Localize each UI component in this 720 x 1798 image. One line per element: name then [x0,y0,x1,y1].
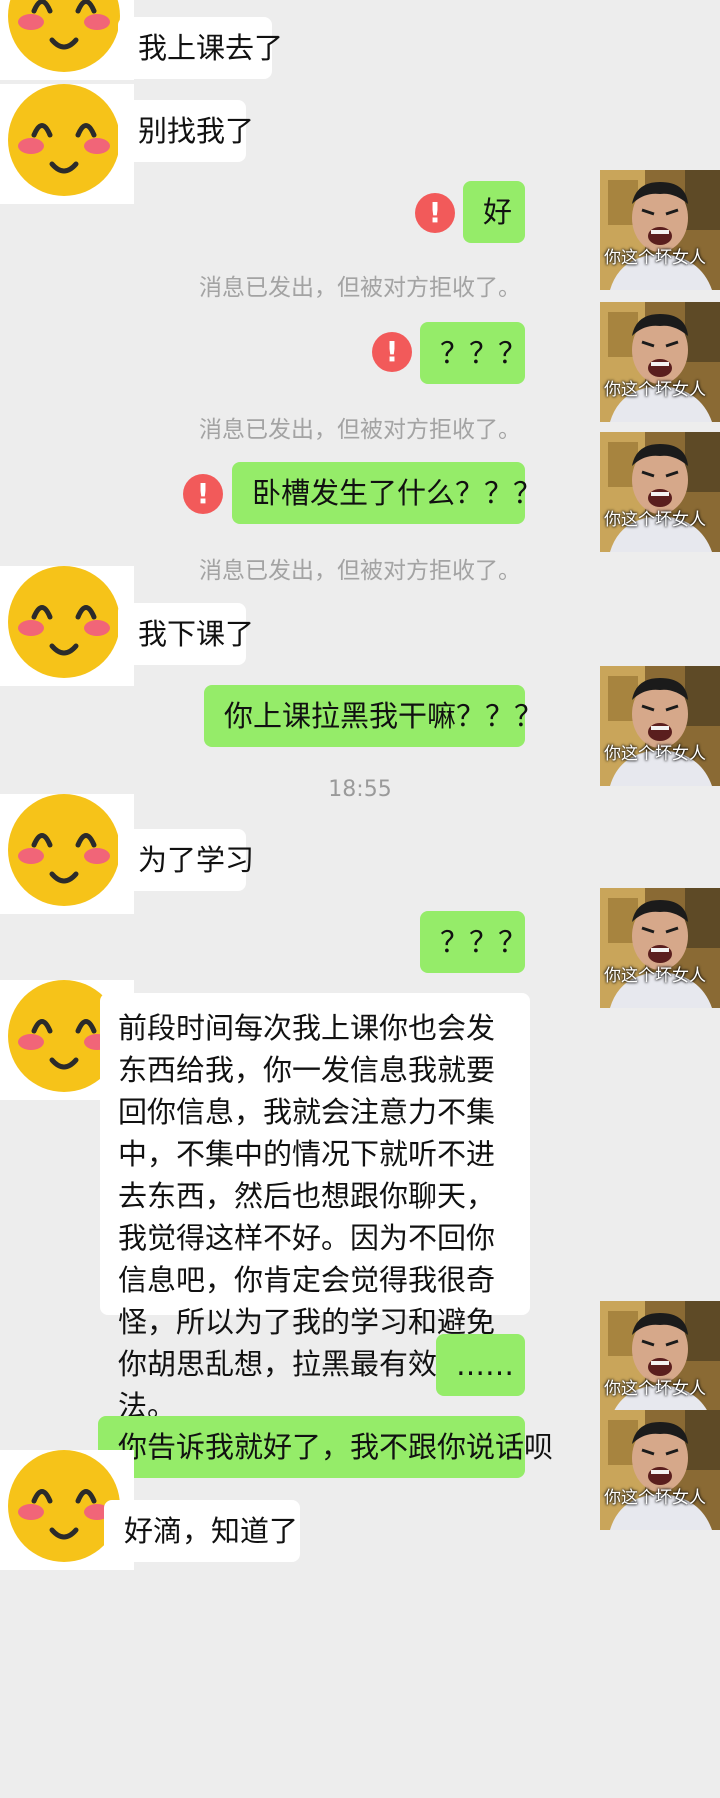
message-bubble-incoming[interactable]: 别找我了 [118,100,254,162]
message-bubble-outgoing[interactable]: 你告诉我就好了，我不跟你说话呗 [98,1416,553,1478]
my-avatar[interactable]: 你这个坏女人 [600,888,720,1008]
contact-avatar[interactable] [0,794,134,914]
message-bubble-outgoing[interactable]: ？？？ [420,911,527,973]
message-bubble-incoming[interactable]: 我上课去了 [118,17,283,79]
meme-avatar-icon [600,1301,720,1421]
message-bubble-incoming-long[interactable]: 前段时间每次我上课你也会发东西给我，你一发信息我就要回你信息，我就会注意力不集中… [100,993,530,1423]
meme-avatar-icon [600,1410,720,1530]
my-avatar[interactable]: 你这个坏女人 [600,1301,720,1421]
smiley-avatar-icon [8,0,120,72]
my-avatar[interactable]: 你这个坏女人 [600,1410,720,1530]
my-avatar[interactable]: 你这个坏女人 [600,666,720,786]
system-notice: 消息已发出，但被对方拒收了。 [199,275,521,301]
avatar-caption: 你这个坏女人 [604,966,706,986]
send-failed-icon[interactable]: ! [372,332,412,372]
message-bubble-outgoing[interactable]: 卧槽发生了什么？？？ [232,462,542,524]
meme-avatar-icon [600,666,720,786]
meme-avatar-icon [600,888,720,1008]
chat-window[interactable]: 我上课去了 别找我了 你这个坏女人 ! 好 消息已发出，但被对方拒收了。 你这个… [0,0,720,1798]
message-bubble-outgoing[interactable]: …… [436,1334,525,1396]
smiley-avatar-icon [8,794,120,906]
send-failed-icon[interactable]: ! [183,474,223,514]
contact-avatar[interactable] [0,0,134,80]
message-bubble-outgoing[interactable]: 好 [463,181,525,243]
my-avatar[interactable]: 你这个坏女人 [600,302,720,422]
avatar-caption: 你这个坏女人 [604,1488,706,1508]
message-bubble-incoming[interactable]: 为了学习 [118,829,254,891]
message-bubble-outgoing[interactable]: 你上课拉黑我干嘛？？？ [204,685,543,747]
contact-avatar[interactable] [0,566,134,686]
smiley-avatar-icon [8,84,120,196]
avatar-caption: 你这个坏女人 [604,510,706,530]
avatar-caption: 你这个坏女人 [604,1379,706,1399]
message-bubble-incoming[interactable]: 好滴，知道了 [104,1500,300,1562]
message-bubble-outgoing[interactable]: ？？？ [420,322,527,384]
avatar-caption: 你这个坏女人 [604,744,706,764]
avatar-caption: 你这个坏女人 [604,248,706,268]
send-failed-icon[interactable]: ! [415,193,455,233]
smiley-avatar-icon [8,566,120,678]
my-avatar[interactable]: 你这个坏女人 [600,432,720,552]
meme-avatar-icon [600,302,720,422]
message-bubble-incoming[interactable]: 我下课了 [118,603,254,665]
avatar-caption: 你这个坏女人 [604,380,706,400]
meme-avatar-icon [600,432,720,552]
contact-avatar[interactable] [0,84,134,204]
